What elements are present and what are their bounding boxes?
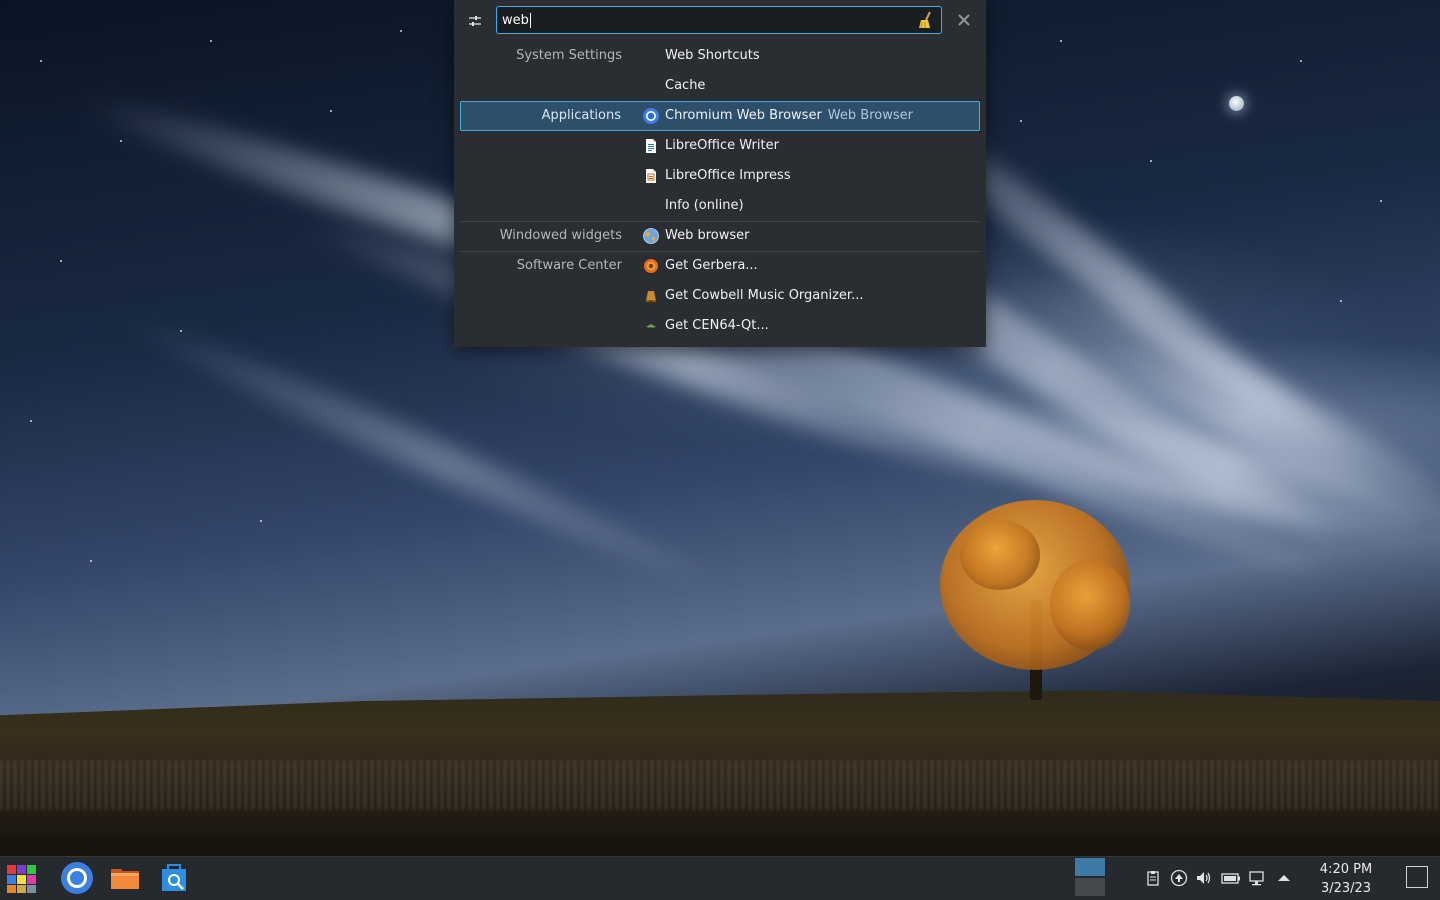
digital-clock[interactable]: 4:20 PM 3/23/23 <box>1310 860 1382 898</box>
result-row[interactable]: Cache <box>460 71 980 101</box>
search-text: web <box>502 12 529 28</box>
virtual-desktop-pager[interactable] <box>1075 858 1105 896</box>
chromium-icon[interactable] <box>60 861 94 895</box>
discover-icon[interactable] <box>158 861 192 895</box>
gerbera-icon <box>643 258 659 274</box>
clipboard-icon[interactable] <box>1144 869 1162 887</box>
result-category: Applications <box>541 108 621 123</box>
broom-clear-icon[interactable] <box>915 10 935 30</box>
desktop-1[interactable] <box>1075 858 1105 876</box>
result-label: LibreOffice Writer <box>665 138 779 153</box>
expand-arrow-icon[interactable] <box>1275 869 1293 887</box>
result-subtext: Web Browser <box>827 108 913 123</box>
result-label: Web browser <box>665 228 750 243</box>
result-row[interactable]: Windowed widgets Web browser <box>460 221 980 251</box>
result-category: Windowed widgets <box>499 228 622 243</box>
cowbell-icon <box>643 288 659 304</box>
result-label: Chromium Web Browser Web Browser <box>665 108 913 123</box>
text-caret <box>529 12 531 28</box>
result-row[interactable]: Info (online) <box>460 191 980 221</box>
result-label: Info (online) <box>665 198 744 213</box>
result-row[interactable]: Get CEN64-Qt... <box>460 311 980 341</box>
network-icon[interactable] <box>1248 869 1266 887</box>
result-label: Get Cowbell Music Organizer... <box>665 288 864 303</box>
result-label: Web Shortcuts <box>665 48 760 63</box>
libreoffice-impress-icon <box>643 168 659 184</box>
volume-icon[interactable] <box>1195 869 1213 887</box>
config-icon[interactable] <box>466 12 484 30</box>
clock-date: 3/23/23 <box>1320 881 1372 896</box>
clock-time: 4:20 PM <box>1319 862 1373 877</box>
chromium-icon <box>643 108 659 124</box>
result-row[interactable]: Get Cowbell Music Organizer... <box>460 281 980 311</box>
result-row[interactable]: LibreOffice Writer <box>460 131 980 161</box>
updates-icon[interactable] <box>1170 869 1188 887</box>
libreoffice-writer-icon <box>643 138 659 154</box>
result-row[interactable]: LibreOffice Impress <box>460 161 980 191</box>
result-row[interactable]: Software Center Get Gerbera... <box>460 251 980 281</box>
battery-icon[interactable] <box>1221 869 1240 887</box>
result-category: System Settings <box>516 48 622 63</box>
show-desktop-button[interactable] <box>1406 866 1428 888</box>
globe-icon <box>643 228 659 244</box>
result-label: Get CEN64-Qt... <box>665 318 769 333</box>
result-row-selected[interactable]: Applications Chromium Web Browser Web Bro… <box>460 101 980 131</box>
app-launcher-icon[interactable] <box>5 861 39 895</box>
result-row[interactable]: System Settings Web Shortcuts <box>460 41 980 71</box>
cen64-icon <box>643 318 659 334</box>
file-manager-icon[interactable] <box>108 861 142 895</box>
result-label: Get Gerbera... <box>665 258 758 273</box>
moon <box>1229 96 1244 111</box>
result-category: Software Center <box>516 258 622 273</box>
desktop-2[interactable] <box>1075 878 1105 896</box>
result-label: LibreOffice Impress <box>665 168 791 183</box>
meadow-flowers <box>0 760 1440 810</box>
result-label: Cache <box>665 78 706 93</box>
close-icon[interactable] <box>956 12 972 28</box>
search-input[interactable]: web <box>496 6 942 34</box>
